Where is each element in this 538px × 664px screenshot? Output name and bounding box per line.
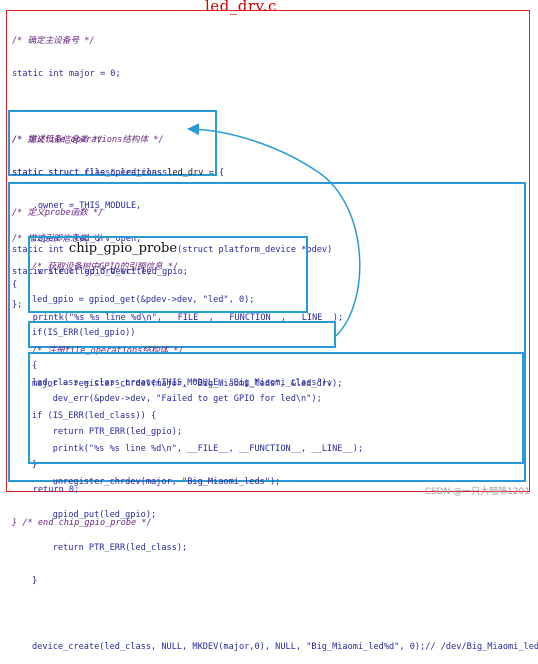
reference-arrow [187,123,361,337]
code-class-brace-close: } [32,576,38,586]
arrow-path [187,123,361,337]
comment-end-probe: } /* end chip_gpio_probe */ [12,518,152,528]
code-class-return: return PTR_ERR(led_class); [32,543,188,553]
code-device-create: device_create(led_class, NULL, MKDEV(maj… [32,642,538,652]
watermark: CSDN @一只大喵咪1201 [424,487,530,497]
